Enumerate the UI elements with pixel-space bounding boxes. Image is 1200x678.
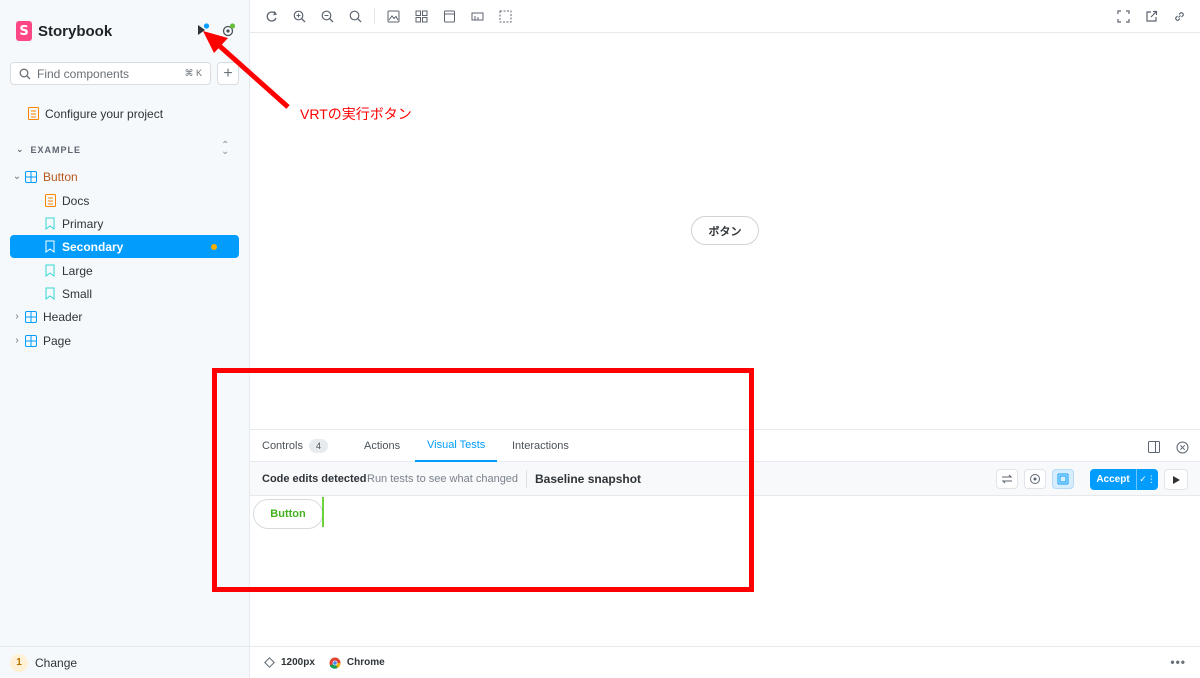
annotation-highlight-box	[212, 368, 754, 592]
annotation-label: VRTの実行ボタン	[300, 106, 412, 122]
